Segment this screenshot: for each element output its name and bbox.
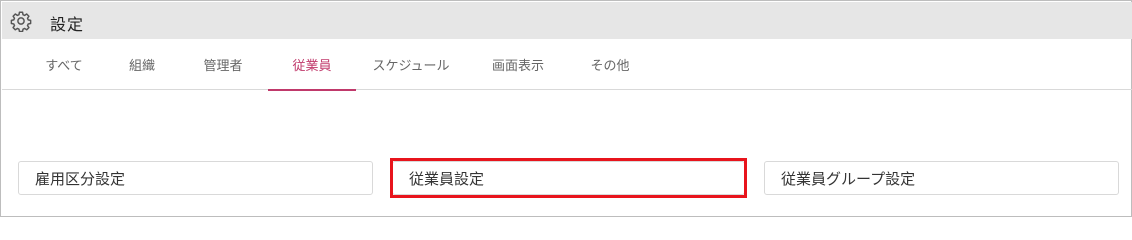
settings-tabs: すべて 組織 管理者 従業員 スケジュール 画面表示 その他 <box>2 39 1132 91</box>
employment-type-settings-button[interactable]: 雇用区分設定 <box>18 161 373 195</box>
tab-administrator[interactable]: 管理者 <box>188 39 258 90</box>
tab-organization[interactable]: 組織 <box>110 39 174 90</box>
tab-display[interactable]: 画面表示 <box>474 39 562 90</box>
gear-icon <box>10 11 32 32</box>
page-title: 設定 <box>50 15 85 34</box>
employee-settings-button[interactable]: 従業員設定 <box>392 161 745 195</box>
tab-other[interactable]: その他 <box>578 39 642 90</box>
settings-panel: 設定 すべて 組織 管理者 従業員 スケジュール 画面表示 その他 雇用区分設定… <box>0 0 1132 217</box>
settings-header: 設定 <box>2 2 1132 39</box>
tab-employees[interactable]: 従業員 <box>268 39 356 91</box>
tab-all[interactable]: すべて <box>32 39 96 90</box>
employee-group-settings-button[interactable]: 従業員グループ設定 <box>764 161 1119 195</box>
tab-schedule[interactable]: スケジュール <box>366 39 456 90</box>
